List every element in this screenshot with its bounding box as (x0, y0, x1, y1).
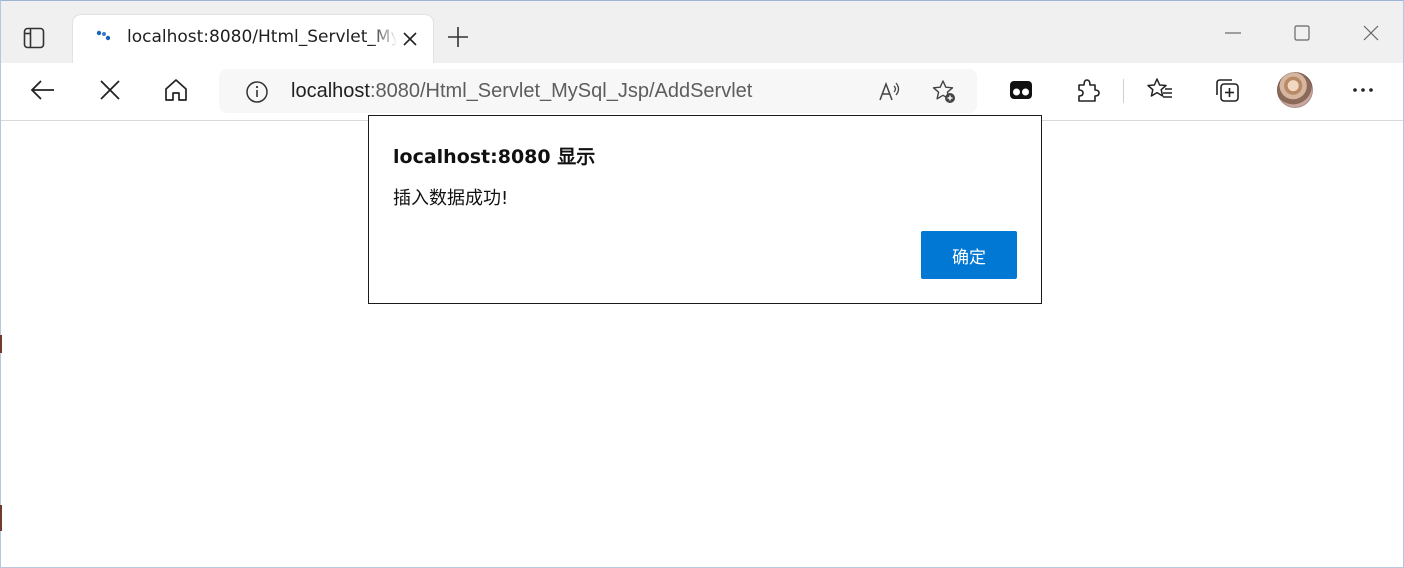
collections-icon[interactable] (1213, 76, 1241, 104)
extension-app-icon[interactable] (1007, 76, 1035, 104)
dialog-message: 插入数据成功! (393, 188, 509, 209)
more-icon[interactable] (1349, 76, 1377, 104)
tab-title: localhost:8080/Html_Servlet_MySql_Jsp/Ad… (127, 27, 397, 47)
close-icon[interactable] (1359, 21, 1383, 45)
url-path: :8080/Html_Servlet_MySql_Jsp/AddServlet (369, 80, 753, 102)
address-bar[interactable]: localhost:8080/Html_Servlet_MySql_Jsp/Ad… (219, 69, 977, 113)
back-arrow-icon[interactable] (29, 76, 57, 104)
stop-icon[interactable] (96, 76, 124, 104)
ok-button[interactable]: 确定 (921, 231, 1017, 279)
tab-strip: localhost:8080/Html_Servlet_MySql_Jsp/Ad… (1, 1, 1403, 63)
navigation-toolbar: localhost:8080/Html_Servlet_MySql_Jsp/Ad… (1, 63, 1403, 121)
loading-dots-icon (95, 28, 113, 42)
favorites-icon[interactable] (1146, 76, 1174, 104)
alert-dialog: localhost:8080 显示 插入数据成功! 确定 (368, 115, 1042, 304)
avatar[interactable] (1277, 72, 1313, 108)
maximize-icon[interactable] (1290, 21, 1314, 45)
active-tab[interactable]: localhost:8080/Html_Servlet_MySql_Jsp/Ad… (73, 15, 433, 63)
tab-actions-icon[interactable] (23, 27, 45, 49)
dialog-title: localhost:8080 显示 (393, 146, 596, 168)
tab-close-icon[interactable] (401, 30, 419, 48)
add-favorite-icon[interactable] (931, 79, 957, 105)
browser-window: localhost:8080/Html_Servlet_MySql_Jsp/Ad… (0, 0, 1404, 568)
window-edge-mark (0, 335, 2, 353)
toolbar-divider (1123, 79, 1124, 103)
read-aloud-icon[interactable] (877, 79, 903, 105)
minimize-icon[interactable] (1221, 21, 1245, 45)
home-icon[interactable] (162, 76, 190, 104)
info-icon[interactable] (245, 80, 269, 104)
url-text[interactable]: localhost:8080/Html_Servlet_MySql_Jsp/Ad… (291, 80, 752, 103)
puzzle-icon[interactable] (1073, 76, 1101, 104)
url-host: localhost (291, 80, 370, 102)
plus-icon[interactable] (447, 26, 469, 48)
window-edge-mark (0, 505, 2, 531)
